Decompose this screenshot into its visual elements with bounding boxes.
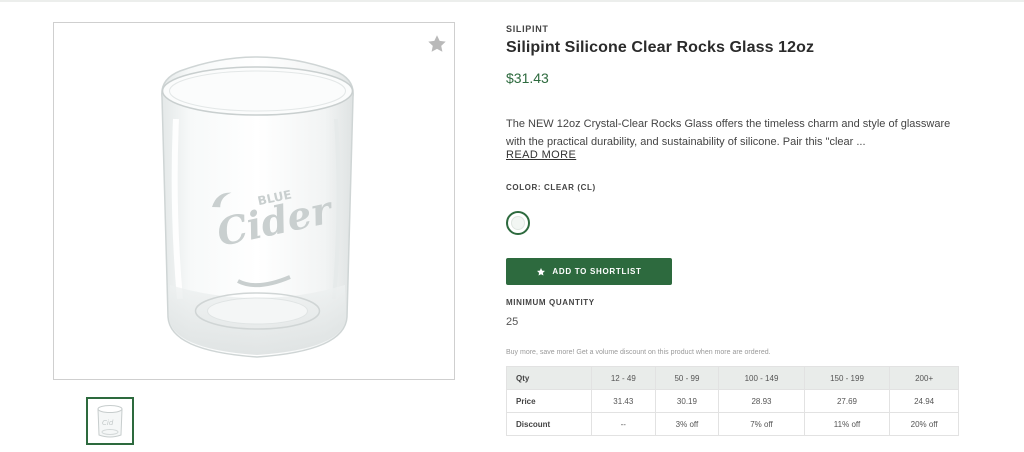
favorite-star-icon[interactable] xyxy=(426,33,448,55)
table-header-cell: 150 - 199 xyxy=(803,366,891,390)
table-cell: 31.43 xyxy=(591,389,656,413)
table-cell: 11% off xyxy=(803,412,891,436)
table-row: Discount -- 3% off 7% off 11% off 20% of… xyxy=(506,412,959,436)
volume-pricing-table: Qty 12 - 49 50 - 99 100 - 149 150 - 199 … xyxy=(506,366,959,436)
read-more-link[interactable]: READ MORE xyxy=(506,149,576,161)
star-icon xyxy=(537,267,546,276)
table-cell: 30.19 xyxy=(654,389,720,413)
table-cell: 28.93 xyxy=(718,389,805,413)
table-cell: -- xyxy=(591,412,656,436)
table-cell: 24.94 xyxy=(889,389,959,413)
minimum-quantity-label: MINIMUM QUANTITY xyxy=(506,298,595,307)
product-price: $31.43 xyxy=(506,70,549,86)
table-header-cell: 50 - 99 xyxy=(654,366,720,390)
rocks-glass-image: Cider BLUE xyxy=(161,56,354,358)
shortlist-button-label: ADD TO SHORTLIST xyxy=(552,267,642,276)
add-to-shortlist-button[interactable]: ADD TO SHORTLIST xyxy=(506,258,672,285)
minimum-quantity-value: 25 xyxy=(506,316,519,328)
volume-discount-note: Buy more, save more! Get a volume discou… xyxy=(506,349,771,356)
table-cell: 7% off xyxy=(718,412,805,436)
table-cell: Price xyxy=(506,389,592,413)
table-header-row: Qty 12 - 49 50 - 99 100 - 149 150 - 199 … xyxy=(506,366,959,390)
table-header-cell: Qty xyxy=(506,366,592,390)
table-cell: 3% off xyxy=(654,412,720,436)
table-header-cell: 200+ xyxy=(889,366,959,390)
product-image-frame[interactable]: Cider BLUE xyxy=(53,22,455,380)
color-swatch-clear[interactable] xyxy=(506,211,530,235)
glass-thumbnail-image: Cid xyxy=(97,405,123,438)
table-header-cell: 12 - 49 xyxy=(591,366,656,390)
table-row: Price 31.43 30.19 28.93 27.69 24.94 xyxy=(506,389,959,413)
table-header-cell: 100 - 149 xyxy=(718,366,805,390)
brand-name[interactable]: SILIPINT xyxy=(506,24,549,34)
product-thumbnail[interactable]: Cid xyxy=(86,397,134,445)
product-title: Silipint Silicone Clear Rocks Glass 12oz xyxy=(506,39,815,56)
swatch-fill xyxy=(511,216,525,230)
product-description: The NEW 12oz Crystal-Clear Rocks Glass o… xyxy=(506,118,951,148)
table-cell: 20% off xyxy=(889,412,959,436)
svg-text:Cid: Cid xyxy=(102,419,114,427)
color-label: COLOR: CLEAR (CL) xyxy=(506,183,596,192)
table-cell: Discount xyxy=(506,412,592,436)
top-divider xyxy=(0,0,1024,2)
table-cell: 27.69 xyxy=(803,389,891,413)
